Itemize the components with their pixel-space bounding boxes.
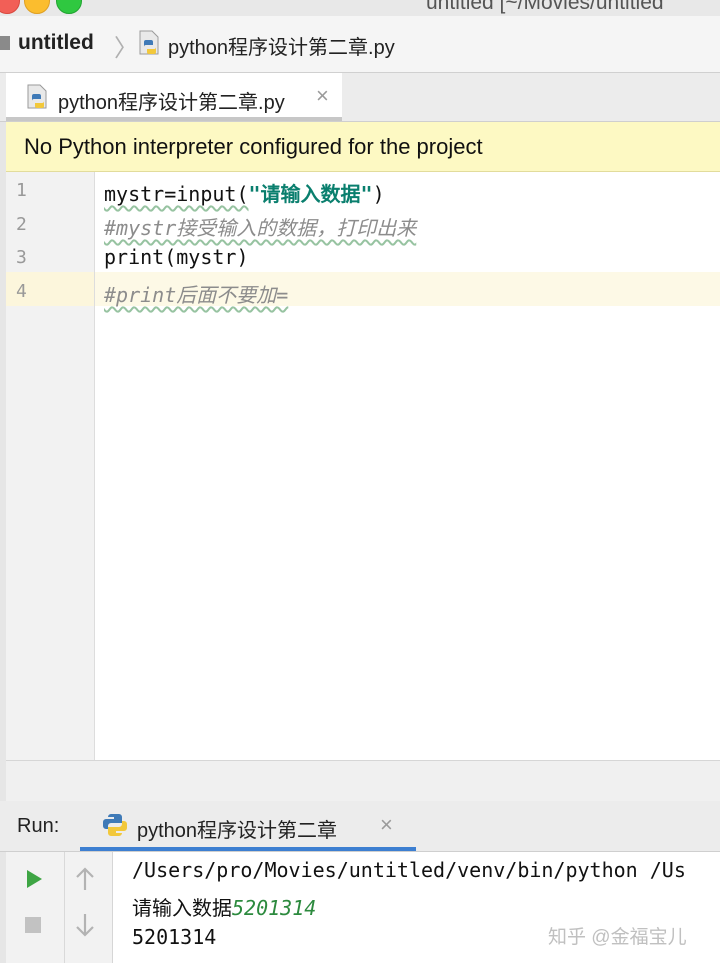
code-token: mystr=input( [104, 182, 249, 206]
line-number: 4 [16, 281, 27, 302]
close-icon[interactable]: × [380, 812, 393, 838]
python-icon [103, 814, 127, 836]
run-toolbar [6, 852, 113, 963]
code-line-2: #mystr接受输入的数据，打印出来 [104, 216, 417, 240]
console-line-command: /Users/pro/Movies/untitled/venv/bin/pyth… [132, 858, 686, 882]
close-window-button[interactable] [0, 0, 20, 14]
line-number: 1 [16, 180, 27, 201]
project-folder-icon [0, 36, 10, 50]
window-titlebar: untitled [~/Movies/untitled [0, 0, 720, 16]
interpreter-warning-banner[interactable]: No Python interpreter configured for the… [6, 122, 720, 172]
run-configuration-tab[interactable]: python程序设计第二章 × [80, 801, 416, 851]
stop-icon[interactable] [18, 910, 48, 940]
watermark: 知乎 @金福宝儿 [548, 927, 687, 948]
console-prompt-text: 请输入数据 [132, 896, 232, 920]
run-label: Run: [17, 815, 60, 837]
arrow-down-icon[interactable] [70, 910, 100, 940]
breadcrumb-separator-icon: 〉 [114, 35, 138, 62]
python-file-icon [27, 84, 47, 109]
breadcrumb-file[interactable]: python程序设计第二章.py [168, 31, 395, 60]
string-literal: "请输入数据" [248, 182, 373, 206]
play-icon[interactable] [18, 864, 48, 894]
editor-tab-label: python程序设计第二章.py [58, 92, 285, 114]
code-token: ) [372, 182, 385, 206]
line-number: 3 [16, 247, 27, 268]
navigation-bar: untitled 〉 python程序设计第二章.py [0, 16, 720, 73]
zoom-window-button[interactable] [56, 0, 82, 14]
close-icon[interactable]: × [316, 83, 329, 109]
code-line-3: print(mystr) [104, 245, 249, 269]
console-line-prompt: 请输入数据5201314 [132, 892, 316, 921]
breadcrumb-project[interactable]: untitled [18, 31, 94, 55]
window-title: untitled [~/Movies/untitled [426, 0, 664, 14]
editor-tab-bar: python程序设计第二章.py × [0, 73, 720, 122]
console-user-input: 5201314 [232, 896, 317, 920]
toolbar-divider [64, 852, 65, 963]
run-tool-window-header: Run: python程序设计第二章 × [0, 801, 720, 852]
run-tab-label: python程序设计第二章 [137, 820, 338, 842]
python-file-icon [139, 30, 159, 55]
banner-text: No Python interpreter configured for the… [24, 134, 483, 159]
console-line-output: 5201314 [132, 925, 217, 949]
code-line-4: #print后面不要加= [104, 283, 289, 307]
arrow-up-icon[interactable] [70, 864, 100, 894]
minimize-window-button[interactable] [24, 0, 50, 14]
line-number: 2 [16, 214, 27, 235]
panel-splitter[interactable] [6, 760, 720, 802]
code-line-1: mystr=input("请输入数据") [104, 178, 385, 207]
editor-tab-active[interactable]: python程序设计第二章.py × [6, 73, 342, 121]
code-editor[interactable]: 1 2 3 4 mystr=input("请输入数据") #mystr接受输入的… [6, 172, 720, 760]
